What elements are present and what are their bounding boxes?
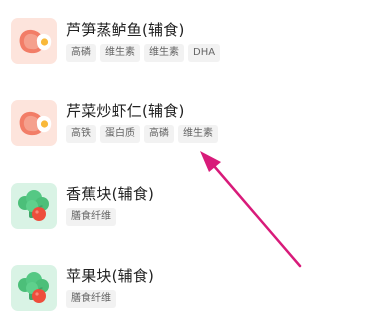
food-list-item[interactable]: 芦笋蒸鲈鱼(辅食) 高磷 维生素 维生素 DHA	[0, 4, 384, 80]
food-name: 芦笋蒸鲈鱼(辅食)	[66, 21, 185, 39]
vegetable-fruit-icon	[11, 183, 57, 229]
food-name: 香蕉块(辅食)	[66, 185, 155, 203]
food-list-screen: 芦笋蒸鲈鱼(辅食) 高磷 维生素 维生素 DHA 芹菜炒虾仁(辅食) 高铁 蛋白…	[0, 0, 384, 315]
nutrient-tag: 维生素	[144, 44, 184, 62]
nutrient-tag: 高磷	[66, 44, 96, 62]
nutrient-tag: 蛋白质	[100, 125, 140, 143]
nutrient-tag: 高磷	[144, 125, 174, 143]
food-list-item[interactable]: 香蕉块(辅食) 膳食纤维	[0, 168, 384, 244]
nutrient-tag: 高铁	[66, 125, 96, 143]
nutrient-tag: 膳食纤维	[66, 208, 116, 226]
nutrient-tag: 维生素	[100, 44, 140, 62]
food-name: 芹菜炒虾仁(辅食)	[66, 102, 185, 120]
food-name: 苹果块(辅食)	[66, 267, 155, 285]
meat-egg-icon	[11, 100, 57, 146]
nutrient-tag: DHA	[188, 44, 221, 62]
food-list-item[interactable]: 苹果块(辅食) 膳食纤维	[0, 250, 384, 315]
nutrient-tags: 膳食纤维	[66, 290, 116, 308]
nutrient-tag: 维生素	[178, 125, 218, 143]
nutrient-tags: 高铁 蛋白质 高磷 维生素	[66, 125, 218, 143]
nutrient-tag: 膳食纤维	[66, 290, 116, 308]
nutrient-tags: 高磷 维生素 维生素 DHA	[66, 44, 221, 62]
food-list-item[interactable]: 芹菜炒虾仁(辅食) 高铁 蛋白质 高磷 维生素	[0, 86, 384, 162]
vegetable-fruit-icon	[11, 265, 57, 311]
nutrient-tags: 膳食纤维	[66, 208, 116, 226]
meat-egg-icon	[11, 18, 57, 64]
